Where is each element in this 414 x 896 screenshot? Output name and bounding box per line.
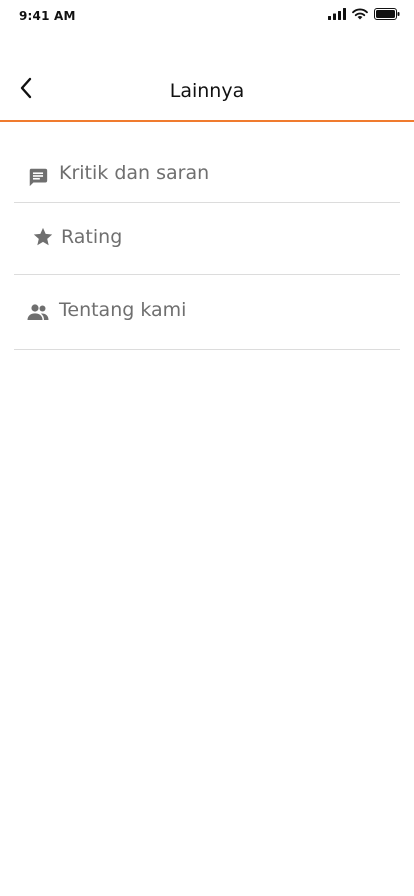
menu-item-label: Tentang kami [59,299,187,321]
battery-icon [374,8,400,20]
menu-item-kritik-dan-saran[interactable]: Kritik dan saran [14,122,400,203]
status-time: 9:41 AM [19,9,76,23]
status-icons [328,8,400,20]
people-icon [26,300,50,324]
wifi-icon [352,8,368,20]
menu-item-rating[interactable]: Rating [14,203,400,275]
page-title: Lainnya [169,80,245,102]
header: Lainnya [0,60,414,120]
signal-icon [328,8,346,20]
menu-item-tentang-kami[interactable]: Tentang kami [14,275,400,350]
menu-item-label: Kritik dan saran [59,162,210,184]
menu-item-label: Rating [61,226,123,248]
message-icon [26,165,50,189]
star-icon [31,225,55,249]
status-bar: 9:41 AM [0,0,414,32]
menu-list: Kritik dan saran Rating Tentang kami [14,122,400,350]
